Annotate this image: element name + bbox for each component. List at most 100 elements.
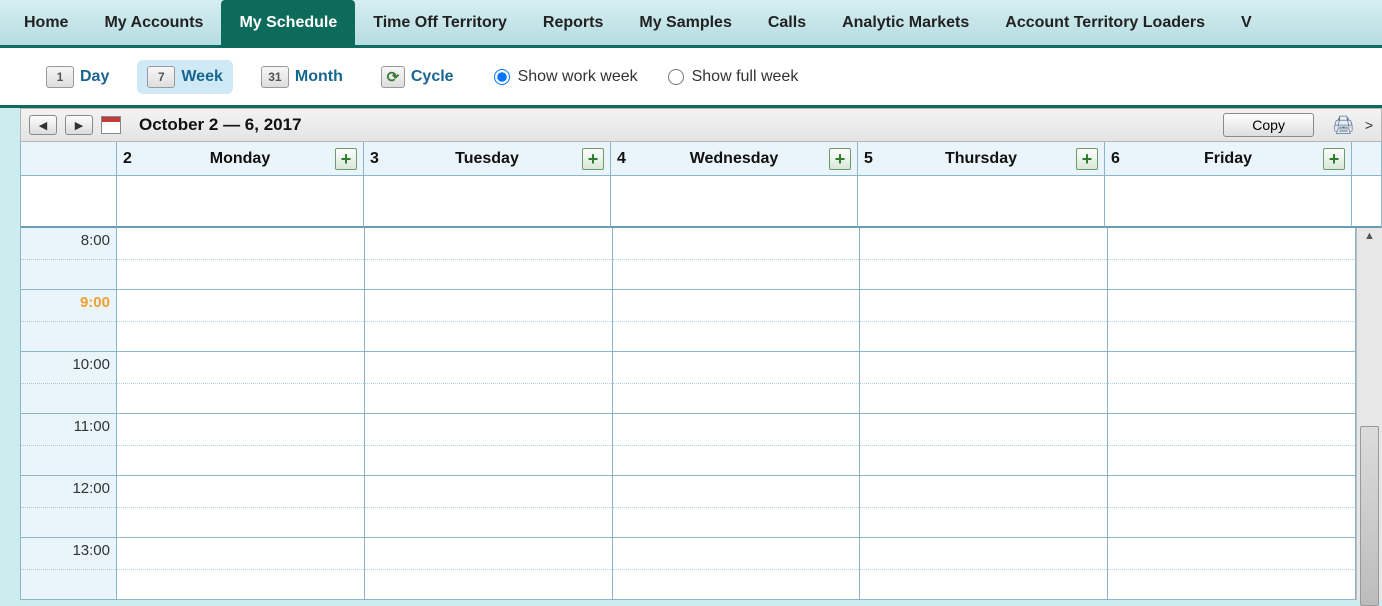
header-scroll-stub xyxy=(1352,142,1382,176)
allday-cell[interactable] xyxy=(611,176,858,228)
show-full-week-radio[interactable]: Show full week xyxy=(668,68,799,86)
work-week-label: Show work week xyxy=(518,68,638,86)
day-header-friday[interactable]: 6Friday+ xyxy=(1105,142,1352,176)
nav-tab-my-schedule[interactable]: My Schedule xyxy=(221,0,355,45)
day-number: 6 xyxy=(1111,150,1133,168)
time-slot[interactable] xyxy=(117,476,364,538)
day-name: Monday xyxy=(145,150,335,168)
day-column-tuesday[interactable] xyxy=(365,228,613,600)
time-slot[interactable] xyxy=(1108,352,1355,414)
time-slot[interactable] xyxy=(117,228,364,290)
work-week-radio-input[interactable] xyxy=(494,69,510,85)
expand-icon[interactable]: > xyxy=(1365,117,1373,133)
allday-cell[interactable] xyxy=(1105,176,1352,228)
time-slot[interactable] xyxy=(860,290,1107,352)
time-slot[interactable] xyxy=(117,414,364,476)
full-week-radio-input[interactable] xyxy=(668,69,684,85)
nav-tab-my-samples[interactable]: My Samples xyxy=(621,0,749,45)
time-slot[interactable] xyxy=(860,538,1107,600)
show-work-week-radio[interactable]: Show work week xyxy=(494,68,638,86)
day-column-monday[interactable] xyxy=(117,228,365,600)
day-number: 4 xyxy=(617,150,639,168)
nav-tab-my-accounts[interactable]: My Accounts xyxy=(86,0,221,45)
date-picker-icon[interactable] xyxy=(101,116,121,134)
day-name: Tuesday xyxy=(392,150,582,168)
view-toolbar: 1 Day 7 Week 31 Month ⟳ Cycle Show work … xyxy=(0,48,1382,108)
time-slot[interactable] xyxy=(365,414,612,476)
vertical-scrollbar[interactable]: ▲ xyxy=(1356,228,1382,600)
time-slot[interactable] xyxy=(1108,414,1355,476)
time-slot[interactable] xyxy=(117,352,364,414)
time-slot[interactable] xyxy=(613,352,860,414)
hour-label: 12:00 xyxy=(72,480,110,497)
prev-week-button[interactable]: ◀ xyxy=(29,115,57,135)
nav-tab-v[interactable]: V xyxy=(1223,0,1270,45)
time-slot[interactable] xyxy=(613,228,860,290)
allday-row xyxy=(20,176,1382,228)
hour-label: 11:00 xyxy=(74,418,110,435)
allday-cell[interactable] xyxy=(117,176,364,228)
nav-tab-home[interactable]: Home xyxy=(6,0,86,45)
time-slot[interactable] xyxy=(117,538,364,600)
nav-tab-account-territory-loaders[interactable]: Account Territory Loaders xyxy=(987,0,1223,45)
time-slot[interactable] xyxy=(860,352,1107,414)
nav-tab-reports[interactable]: Reports xyxy=(525,0,621,45)
time-slot[interactable] xyxy=(117,290,364,352)
time-slot[interactable] xyxy=(860,228,1107,290)
calendar-badge-icon: 7 xyxy=(147,66,175,88)
copy-button[interactable]: Copy xyxy=(1223,113,1314,137)
scroll-thumb[interactable] xyxy=(1360,426,1379,606)
day-header-tuesday[interactable]: 3Tuesday+ xyxy=(364,142,611,176)
day-name: Thursday xyxy=(886,150,1076,168)
day-number: 5 xyxy=(864,150,886,168)
day-header-row: 2Monday+3Tuesday+4Wednesday+5Thursday+6F… xyxy=(20,142,1382,176)
time-slot[interactable] xyxy=(365,352,612,414)
view-month-label: Month xyxy=(295,68,343,86)
view-day-button[interactable]: 1 Day xyxy=(36,60,119,94)
add-event-button[interactable]: + xyxy=(829,148,851,170)
time-slot[interactable] xyxy=(1108,476,1355,538)
time-slot[interactable] xyxy=(1108,228,1355,290)
time-slot[interactable] xyxy=(1108,538,1355,600)
time-column: 8:009:0010:0011:0012:0013:00 xyxy=(21,228,117,600)
full-week-label: Show full week xyxy=(692,68,799,86)
day-header-wednesday[interactable]: 4Wednesday+ xyxy=(611,142,858,176)
day-header-monday[interactable]: 2Monday+ xyxy=(117,142,364,176)
time-slot[interactable] xyxy=(613,538,860,600)
add-event-button[interactable]: + xyxy=(1076,148,1098,170)
time-slot[interactable] xyxy=(613,414,860,476)
hour-row: 10:00 xyxy=(21,352,117,414)
time-slot[interactable] xyxy=(860,476,1107,538)
allday-cell[interactable] xyxy=(364,176,611,228)
day-header-thursday[interactable]: 5Thursday+ xyxy=(858,142,1105,176)
next-week-button[interactable]: ▶ xyxy=(65,115,93,135)
nav-tab-calls[interactable]: Calls xyxy=(750,0,824,45)
nav-tab-time-off-territory[interactable]: Time Off Territory xyxy=(355,0,525,45)
view-cycle-button[interactable]: ⟳ Cycle xyxy=(371,60,464,94)
day-column-wednesday[interactable] xyxy=(613,228,861,600)
time-slot[interactable] xyxy=(613,476,860,538)
time-slot[interactable] xyxy=(1108,290,1355,352)
scroll-up-icon[interactable]: ▲ xyxy=(1357,230,1382,242)
view-week-button[interactable]: 7 Week xyxy=(137,60,233,94)
add-event-button[interactable]: + xyxy=(1323,148,1345,170)
time-slot[interactable] xyxy=(365,476,612,538)
print-icon[interactable]: 🖨 xyxy=(1332,115,1355,136)
allday-cell[interactable] xyxy=(858,176,1105,228)
add-event-button[interactable]: + xyxy=(335,148,357,170)
time-slot[interactable] xyxy=(365,538,612,600)
nav-tab-analytic-markets[interactable]: Analytic Markets xyxy=(824,0,987,45)
day-column-thursday[interactable] xyxy=(860,228,1108,600)
time-gutter-header xyxy=(21,142,117,176)
refresh-icon: ⟳ xyxy=(381,66,405,88)
time-slot[interactable] xyxy=(613,290,860,352)
time-slot[interactable] xyxy=(365,228,612,290)
hour-label: 9:00 xyxy=(80,294,110,311)
time-slot[interactable] xyxy=(860,414,1107,476)
hour-label: 13:00 xyxy=(72,542,110,559)
time-slot[interactable] xyxy=(365,290,612,352)
view-month-button[interactable]: 31 Month xyxy=(251,60,353,94)
hour-label: 10:00 xyxy=(72,356,110,373)
day-column-friday[interactable] xyxy=(1108,228,1356,600)
add-event-button[interactable]: + xyxy=(582,148,604,170)
